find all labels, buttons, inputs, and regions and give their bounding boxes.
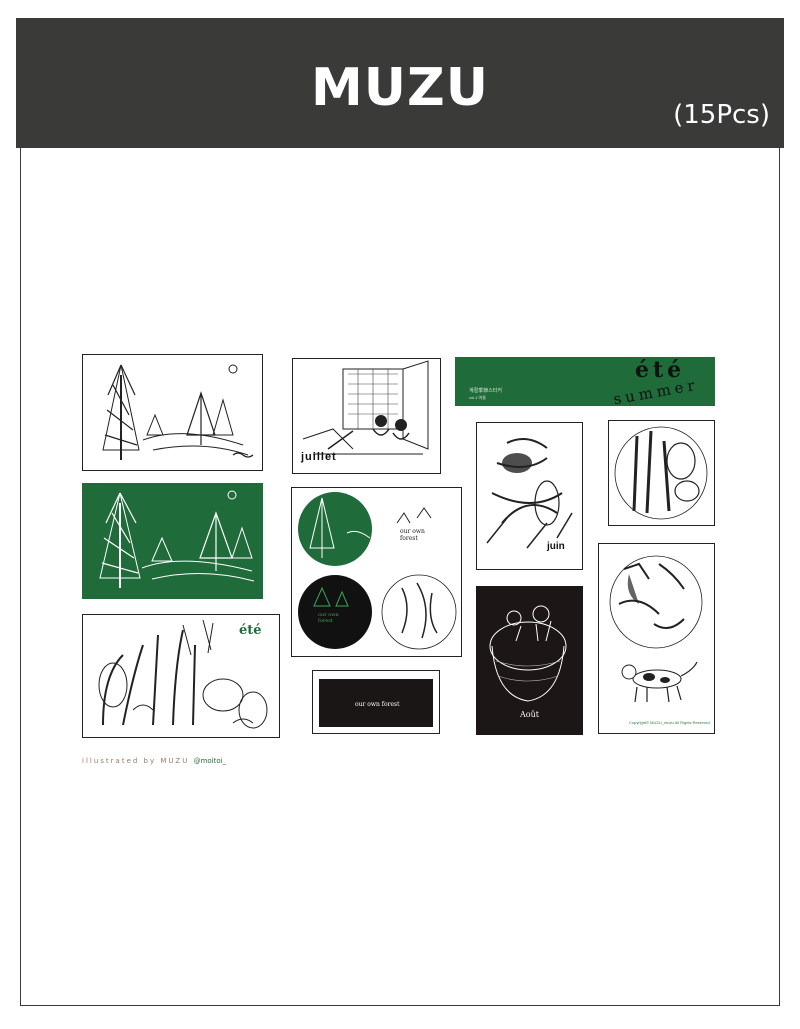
forest-sketch-illustration — [102, 364, 254, 460]
sticker-forest-black-small: our own forest — [312, 670, 440, 734]
credit-handle: @moitoi_ — [193, 757, 227, 765]
banner-vol-text: vol.1 여름 — [469, 395, 486, 400]
round-set-illustration — [298, 492, 457, 650]
juin-label: juin — [547, 541, 565, 552]
forest-label-small: our own forest — [355, 701, 400, 708]
round-cat-illustration — [609, 555, 703, 703]
credit-prefix: illustrated by MUZU — [82, 757, 190, 765]
forest-green-illustration — [99, 490, 255, 588]
juillet-label: juillet — [301, 451, 337, 463]
page-title: MUZU — [311, 58, 489, 118]
juin-illustration — [486, 438, 573, 549]
sticker-round-cat: Copyright© MUZU_muzu All Rights Reserved — [598, 543, 715, 734]
forest-label-black: our own forest — [318, 612, 339, 624]
forest-label-white: our own forest — [400, 528, 425, 542]
sticker-juillet: juillet — [292, 358, 441, 474]
header-bar: MUZU (15Pcs) — [16, 18, 784, 148]
sticker-round-leaves — [608, 420, 715, 526]
piece-count: (15Pcs) — [673, 100, 770, 130]
sticker-aout: Août — [476, 586, 583, 735]
sticker-forest-white — [82, 354, 263, 471]
round-leaves-illustration — [614, 426, 708, 520]
aout-label: Août — [520, 710, 539, 719]
illustrator-credit: illustrated by MUZU @moitoi_ — [82, 757, 226, 765]
sticker-forest-green — [82, 483, 263, 599]
sticker-juin: juin — [476, 422, 583, 570]
sticker-ete-leaves: été — [82, 614, 280, 738]
sticker-ete-summer-banner: 계절季節스티커 vol.1 여름 été summer — [455, 357, 715, 406]
sticker-round-set: our own forest our own forest — [291, 487, 462, 657]
banner-korean-text: 계절季節스티커 — [469, 388, 503, 394]
ete-small-label: été — [239, 623, 262, 638]
copyright-text: Copyright© MUZU_muzu All Rights Reserved — [629, 720, 710, 725]
